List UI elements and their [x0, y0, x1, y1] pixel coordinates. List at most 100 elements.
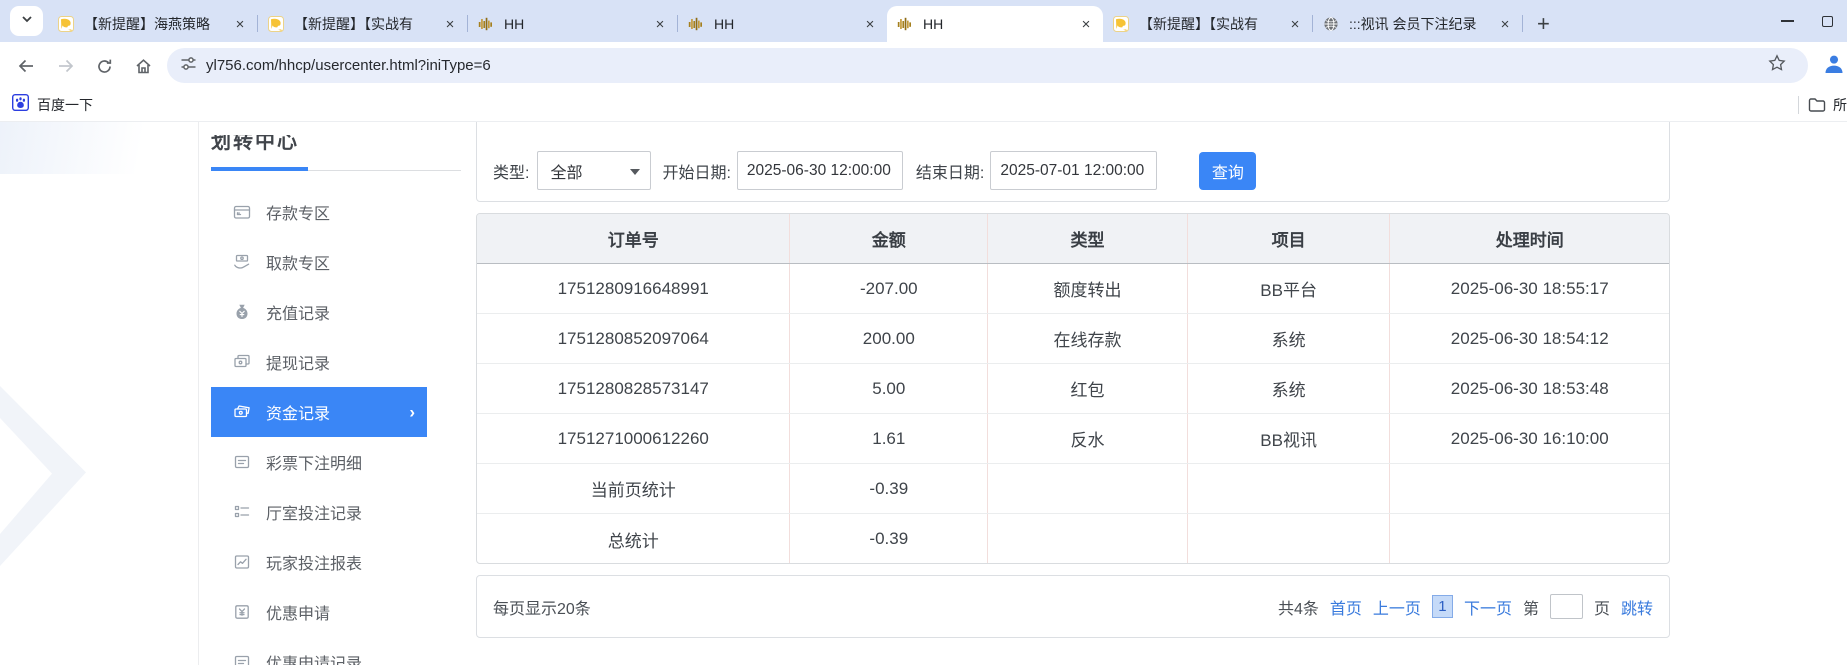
tab-close-icon[interactable]: × — [1496, 15, 1514, 33]
sidebar-item-label: 取款专区 — [266, 250, 330, 274]
table-cell: 5.00 — [789, 364, 987, 413]
sidebar-item-promo-apply[interactable]: 优惠申请 — [211, 587, 427, 637]
tab-label: 【新提醒】【实战有 — [1139, 14, 1282, 34]
table-row: 1751280916648991-207.00额度转出BB平台2025-06-3… — [477, 264, 1669, 314]
jump-prefix-label: 第 — [1523, 595, 1539, 619]
main-panel: 类型: 全部 开始日期: 结束日期: 查询 订单号金额类型项目处理时间 1751… — [476, 122, 1670, 665]
jump-button[interactable]: 跳转 — [1621, 595, 1653, 619]
globe-tab-icon — [1323, 16, 1340, 33]
tab-label: 【新提醒】【实战有 — [294, 14, 437, 34]
minimize-icon — [1781, 20, 1794, 22]
sidebar-item-lottery-list[interactable]: 彩票下注明细 — [211, 437, 427, 487]
sidebar-item-player-report[interactable]: 玩家投注报表 — [211, 537, 427, 587]
type-select[interactable]: 全部 — [537, 151, 651, 190]
tab-close-icon[interactable]: × — [231, 15, 249, 33]
sidebar-item-label: 玩家投注报表 — [266, 550, 362, 574]
url-text[interactable]: yl756.com/hhcp/usercenter.html?iniType=6 — [206, 57, 1768, 74]
bookmark-label: 百度一下 — [37, 95, 93, 115]
start-date-input[interactable] — [737, 151, 903, 190]
sidebar-item-label: 充值记录 — [266, 300, 330, 324]
sidebar-item-withdraw-wallet[interactable]: 提现记录 — [211, 337, 427, 387]
site-info-icon[interactable] — [181, 56, 196, 76]
window-controls — [1767, 0, 1847, 42]
forward-button[interactable] — [54, 54, 78, 78]
back-button[interactable] — [14, 54, 38, 78]
table-cell — [987, 464, 1187, 513]
sidebar-item-funds-cash[interactable]: 资金记录› — [211, 387, 427, 437]
tab-close-icon[interactable]: × — [1077, 15, 1095, 33]
table-cell: 1751280828573147 — [477, 364, 789, 413]
table-cell: 红包 — [987, 364, 1187, 413]
sidebar-item-deposit-card[interactable]: 存款专区 — [211, 187, 427, 237]
type-select-value: 全部 — [550, 159, 582, 183]
first-page-link[interactable]: 首页 — [1330, 595, 1362, 619]
table-cell: 1751271000612260 — [477, 414, 789, 463]
bookmarks-bar: 百度一下 所 — [0, 88, 1847, 122]
page-size-text: 每页显示20条 — [493, 595, 591, 619]
bookmark-baidu[interactable]: 百度一下 — [12, 92, 93, 118]
browser-tab[interactable]: 【新提醒】【实战有× — [258, 6, 467, 42]
tab-label: HH — [923, 16, 1073, 32]
sidebar-item-recharge-bag[interactable]: 充值记录 — [211, 287, 427, 337]
search-button[interactable]: 查询 — [1199, 152, 1256, 190]
bookmark-star-button[interactable] — [1768, 54, 1786, 77]
sidebar-item-withdraw-hand[interactable]: 取款专区 — [211, 237, 427, 287]
home-button[interactable] — [131, 54, 155, 78]
tab-close-icon[interactable]: × — [861, 15, 879, 33]
sidebar-tab-baseline — [308, 170, 461, 171]
browser-tab[interactable]: HH× — [887, 6, 1103, 42]
minimize-button[interactable] — [1767, 0, 1807, 42]
sidebar-item-label: 提现记录 — [266, 350, 330, 374]
column-header: 订单号 — [477, 214, 789, 263]
table-cell: 1.61 — [789, 414, 987, 463]
table-cell — [1187, 514, 1390, 564]
end-date-input[interactable] — [990, 151, 1157, 190]
deposit-card-icon — [233, 203, 251, 221]
maximize-button[interactable] — [1807, 0, 1847, 42]
sidebar-tab-underline — [211, 167, 308, 171]
refresh-button[interactable] — [92, 54, 116, 78]
prev-page-link[interactable]: 上一页 — [1373, 595, 1421, 619]
profile-avatar[interactable] — [1822, 52, 1846, 81]
sidebar-item-label: 彩票下注明细 — [266, 450, 362, 474]
browser-tab[interactable]: :::视讯 会员下注纪录× — [1313, 6, 1522, 42]
end-date-label: 结束日期: — [916, 159, 984, 183]
table-cell: 系统 — [1187, 364, 1390, 413]
browser-tab[interactable]: HH× — [468, 6, 677, 42]
tab-label: :::视讯 会员下注纪录 — [1349, 14, 1492, 34]
tab-list: 【新提醒】海燕策略×【新提醒】【实战有×HH×HH×HH×【新提醒】【实战有×:… — [48, 0, 1550, 42]
usercenter-sidebar: 划转中心 存款专区取款专区充值记录提现记录资金记录›彩票下注明细厅室投注记录玩家… — [198, 122, 464, 665]
tab-search-button[interactable] — [10, 6, 43, 36]
sidebar-item-hall-list[interactable]: 厅室投注记录 — [211, 487, 427, 537]
table-cell: 额度转出 — [987, 264, 1187, 313]
table-body: 1751280916648991-207.00额度转出BB平台2025-06-3… — [477, 264, 1669, 564]
new-tab-button[interactable]: + — [1537, 14, 1550, 34]
table-cell — [1187, 464, 1390, 513]
tab-close-icon[interactable]: × — [651, 15, 669, 33]
browser-tab[interactable]: HH× — [678, 6, 887, 42]
table-cell: 当前页统计 — [477, 464, 789, 513]
all-bookmarks-button[interactable]: 所 — [1808, 95, 1847, 115]
table-cell: 1751280852097064 — [477, 314, 789, 363]
hh-tab-icon — [688, 16, 705, 33]
star-icon — [1768, 54, 1786, 72]
browser-tab-strip: 【新提醒】海燕策略×【新提醒】【实战有×HH×HH×HH×【新提醒】【实战有×:… — [0, 0, 1847, 42]
promo-apply-icon — [233, 603, 251, 621]
sidebar-item-lottery-list[interactable]: 优惠申请记录 — [211, 637, 427, 665]
jump-suffix-label: 页 — [1594, 595, 1610, 619]
address-bar[interactable]: yl756.com/hhcp/usercenter.html?iniType=6 — [167, 48, 1808, 83]
funds-cash-icon — [233, 403, 251, 421]
lottery-list-icon — [233, 453, 251, 471]
jump-page-input[interactable] — [1550, 594, 1583, 619]
next-page-link[interactable]: 下一页 — [1464, 595, 1512, 619]
hh-tab-icon — [897, 16, 914, 33]
tab-close-icon[interactable]: × — [1286, 15, 1304, 33]
browser-tab[interactable]: 【新提醒】【实战有× — [1103, 6, 1312, 42]
hall-list-icon — [233, 503, 251, 521]
current-page-indicator[interactable]: 1 — [1432, 595, 1453, 618]
table-cell: BB视讯 — [1187, 414, 1390, 463]
table-cell: 200.00 — [789, 314, 987, 363]
tab-close-icon[interactable]: × — [441, 15, 459, 33]
browser-tab[interactable]: 【新提醒】海燕策略× — [48, 6, 257, 42]
table-header-row: 订单号金额类型项目处理时间 — [477, 214, 1669, 264]
